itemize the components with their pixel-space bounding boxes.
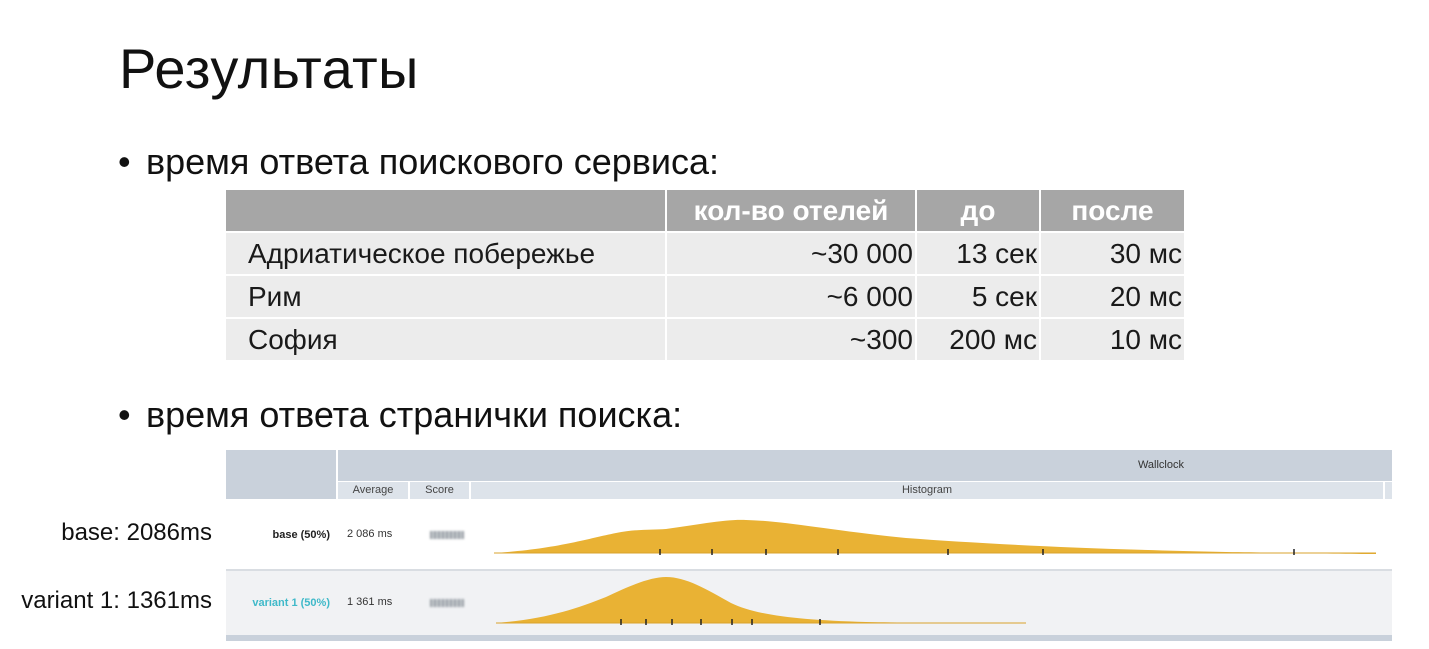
- bullet-service-response: • время ответа поискового сервиса:: [118, 141, 719, 183]
- cell-hotels: ~30 000: [666, 231, 917, 275]
- table-row: София ~300 200 мс 10 мс: [226, 317, 1184, 360]
- histogram-variant-1: [496, 577, 1026, 625]
- cell-region: Рим: [226, 274, 667, 318]
- table-header-row: кол-во отелей до после: [226, 190, 1184, 232]
- cell-region: София: [226, 317, 667, 360]
- table-row: Адриатическое побережье ~30 000 13 сек 3…: [226, 231, 1184, 275]
- cell-after: 10 мс: [1040, 317, 1184, 360]
- histogram-base: [494, 519, 1376, 555]
- histogram-area: [496, 577, 1026, 623]
- column-end: [1385, 482, 1392, 499]
- cell-before: 13 сек: [916, 231, 1041, 275]
- column-average[interactable]: Average: [338, 482, 408, 499]
- bullet-text: время ответа странички поиска:: [146, 394, 683, 435]
- variant-row-1: variant 1 (50%) 1 361 ms: [226, 569, 1392, 635]
- group-header: Wallclock: [338, 450, 1392, 481]
- header-corner: [226, 450, 336, 499]
- header-after: после: [1040, 190, 1184, 232]
- base-time-label: base: 2086ms: [61, 519, 212, 546]
- cell-hotels: ~300: [666, 317, 917, 360]
- results-table: кол-во отелей до после Адриатическое поб…: [226, 190, 1184, 360]
- bullet-dot: •: [118, 394, 131, 435]
- header-before: до: [916, 190, 1041, 232]
- cell-before: 5 сек: [916, 274, 1041, 318]
- cell-region: Адриатическое побережье: [226, 231, 667, 275]
- table-row: Рим ~6 000 5 сек 20 мс: [226, 274, 1184, 318]
- cell-before: 200 мс: [916, 317, 1041, 360]
- column-histogram[interactable]: Histogram: [471, 482, 1383, 499]
- bullet-dot: •: [118, 141, 131, 182]
- variant-time-label: variant 1: 1361ms: [21, 587, 212, 614]
- group-header-label: Wallclock: [1137, 459, 1184, 471]
- slide-title: Результаты: [119, 37, 419, 100]
- cell-after: 20 мс: [1040, 274, 1184, 318]
- bullet-text: время ответа поискового сервиса:: [146, 141, 719, 182]
- experiment-screenshot: Wallclock Average Score Histogram base (…: [226, 450, 1392, 641]
- bullet-page-response: • время ответа странички поиска:: [118, 394, 682, 436]
- histogram-area: [494, 519, 1376, 554]
- header-name: [226, 190, 667, 232]
- cell-hotels: ~6 000: [666, 274, 917, 318]
- header-hotels: кол-во отелей: [666, 190, 917, 232]
- cell-after: 30 мс: [1040, 231, 1184, 275]
- column-score[interactable]: Score: [410, 482, 469, 499]
- panel-footer: [226, 635, 1392, 641]
- variant-row-base: base (50%) 2 086 ms: [226, 503, 1392, 567]
